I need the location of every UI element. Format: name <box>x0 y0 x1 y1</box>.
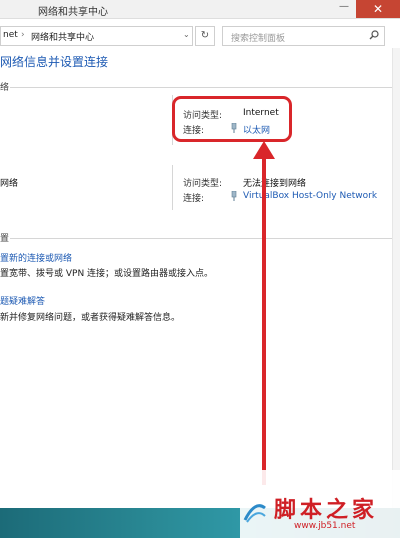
search-placeholder: 搜索控制面板 <box>231 34 286 44</box>
close-button[interactable]: ✕ <box>356 0 400 18</box>
network-name: 网络 <box>0 179 19 189</box>
scrollbar[interactable] <box>392 48 400 508</box>
breadcrumb-network-sharing-center[interactable]: 网络和共享中心 <box>31 30 94 43</box>
troubleshoot-link[interactable]: 题疑难解答 <box>0 294 45 307</box>
annotation-highlight-box <box>172 96 292 142</box>
minimize-button[interactable]: — <box>333 0 355 18</box>
chevron-down-icon[interactable]: ⌄ <box>183 30 190 39</box>
navigation-bar: net › 网络和共享中心 ⌄ ↻ 搜索控制面板 <box>0 26 400 46</box>
annotation-arrow-head <box>253 141 275 159</box>
column-divider <box>172 165 173 210</box>
address-field[interactable]: net › 网络和共享中心 ⌄ <box>0 26 193 46</box>
chevron-right-icon: › <box>21 30 25 40</box>
ethernet-icon <box>231 190 237 201</box>
watermark-url: www.jb51.net <box>294 521 356 531</box>
page-title: 网络信息并设置连接 <box>0 55 109 69</box>
divider <box>10 87 400 88</box>
watermark-logo-icon <box>240 498 270 528</box>
window-title: 网络和共享中心 <box>38 7 108 18</box>
section-active-networks-label: 络 <box>0 83 10 93</box>
search-icon[interactable] <box>369 30 379 43</box>
refresh-button[interactable]: ↻ <box>195 26 215 46</box>
setup-new-connection-description: 置宽带、拨号或 VPN 连接；或设置路由器或接入点。 <box>0 269 214 279</box>
access-type-label: 访问类型: <box>183 179 223 189</box>
access-type-value: 无法连接到网络 <box>243 179 307 189</box>
title-bar: 网络和共享中心 — ✕ <box>0 0 400 19</box>
watermark: 脚本之家 www.jb51.net <box>240 470 400 538</box>
troubleshoot-description: 新并修复网络问题，或者获得疑难解答信息。 <box>0 313 181 323</box>
annotation-arrow-shaft <box>262 155 266 485</box>
watermark-title: 脚本之家 <box>274 497 379 523</box>
connection-label: 连接: <box>183 194 205 204</box>
search-input[interactable]: 搜索控制面板 <box>222 26 385 46</box>
setup-new-connection-link[interactable]: 置新的连接或网络 <box>0 251 72 264</box>
breadcrumb-net[interactable]: net <box>3 30 18 40</box>
divider <box>10 238 400 239</box>
section-change-settings-label: 置 <box>0 234 10 244</box>
